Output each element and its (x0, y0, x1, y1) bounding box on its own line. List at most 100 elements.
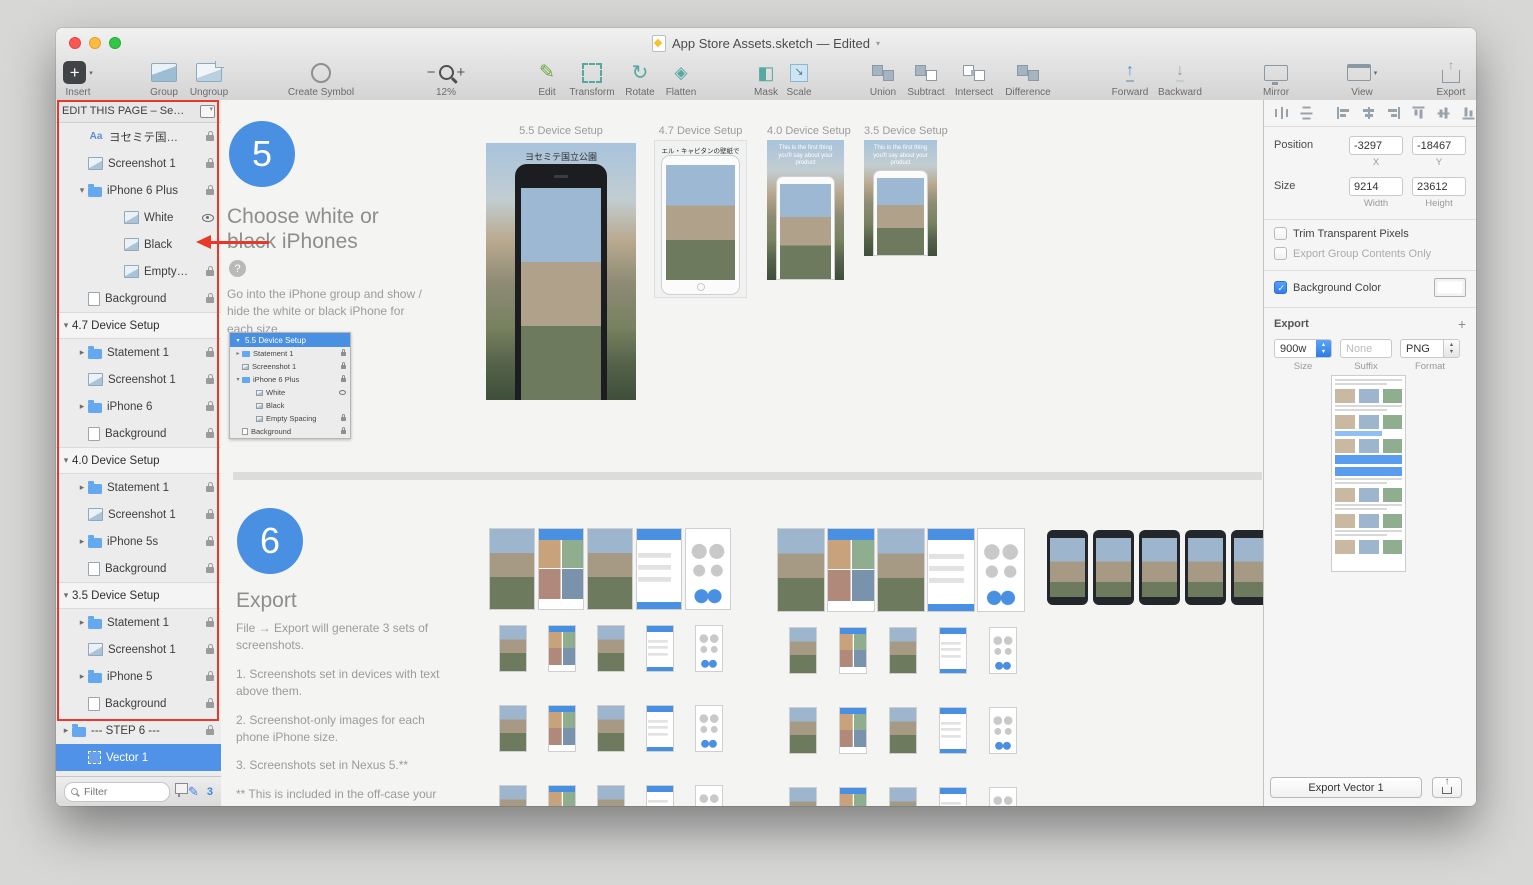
layer-row-item[interactable]: ヨセミテ国… (56, 123, 221, 150)
toolbar-item-ungroup[interactable]: Ungroup (175, 60, 243, 98)
device-preview-4-7-device-setup[interactable]: エル・キャピタンの壁紙です (654, 140, 747, 298)
screenshot-thumbnail[interactable] (889, 787, 917, 806)
screenshot-thumbnail[interactable] (889, 707, 917, 754)
disclosure-closed-icon[interactable]: ▸ (76, 347, 88, 358)
toolbar-item-export[interactable]: Export (1417, 60, 1476, 98)
layer-row-background[interactable]: Background (56, 420, 221, 447)
disclosure-open-icon[interactable]: ▾ (60, 590, 72, 601)
align-left-icon[interactable] (1337, 107, 1350, 119)
toolbar-item-backward[interactable]: Backward (1146, 60, 1214, 98)
layer-row-iphone-6-plus[interactable]: ▾ iPhone 6 Plus (56, 177, 221, 204)
screenshot-thumbnail[interactable] (977, 528, 1025, 612)
toolbar-item-12[interactable]: − +12% (412, 60, 480, 98)
distribute-horizontal-icon[interactable] (1275, 107, 1288, 119)
screenshot-thumbnail[interactable] (839, 707, 867, 754)
zoom-in-button[interactable]: + (457, 64, 466, 81)
align-right-icon[interactable] (1387, 107, 1400, 119)
align-center-horizontal-icon[interactable] (1362, 107, 1375, 119)
zoom-out-button[interactable]: − (427, 64, 436, 81)
disclosure-closed-icon[interactable]: ▸ (76, 671, 88, 682)
pencil-icon[interactable]: ✎ (188, 784, 199, 800)
screenshot-thumbnail[interactable] (777, 528, 825, 612)
layer-section-4-7-device-setup[interactable]: ▾ 4.7 Device Setup (56, 312, 221, 339)
screenshot-thumbnail[interactable] (939, 707, 967, 754)
layer-row-screenshot-1[interactable]: Screenshot 1 (56, 366, 221, 393)
screenshot-thumbnail[interactable] (695, 625, 723, 672)
screenshot-thumbnail[interactable] (548, 625, 576, 672)
screenshot-thumbnail[interactable] (839, 787, 867, 806)
screenshot-thumbnail[interactable] (839, 627, 867, 674)
screenshot-thumbnail[interactable] (939, 787, 967, 806)
visibility-eye-icon[interactable] (202, 213, 214, 222)
screenshot-thumbnail[interactable] (877, 528, 925, 612)
trim-transparent-pixels-checkbox[interactable] (1274, 227, 1287, 240)
layer-row-statement-1[interactable]: ▸ Statement 1 (56, 609, 221, 636)
nexus-thumbnail[interactable] (1093, 530, 1134, 605)
screenshot-thumbnail[interactable] (695, 705, 723, 752)
toolbar-item-create-symbol[interactable]: Create Symbol (287, 60, 355, 98)
disclosure-open-icon[interactable]: ▾ (60, 320, 72, 331)
toolbar-item-scale[interactable]: Scale (765, 60, 833, 98)
screenshot-thumbnail[interactable] (889, 627, 917, 674)
device-preview-4-0-device-setup[interactable]: This is the first thing you'll say about… (767, 140, 844, 280)
disclosure-closed-icon[interactable]: ▸ (76, 482, 88, 493)
layer-row-screenshot-1[interactable]: Screenshot 1 (56, 150, 221, 177)
screenshot-thumbnail[interactable] (927, 528, 975, 612)
layer-row-step-6[interactable]: ▸ --- STEP 6 --- (56, 717, 221, 744)
disclosure-closed-icon[interactable]: ▸ (60, 725, 72, 736)
toolbar-item-view[interactable]: ▾ View (1328, 60, 1396, 98)
screenshot-thumbnail[interactable] (939, 627, 967, 674)
layer-row-background[interactable]: Background (56, 285, 221, 312)
screenshot-thumbnail[interactable] (646, 705, 674, 752)
position-x-input[interactable]: -3297 (1349, 136, 1403, 155)
layer-section-4-0-device-setup[interactable]: ▾ 4.0 Device Setup (56, 447, 221, 474)
screenshot-thumbnail[interactable] (827, 528, 875, 612)
nexus-thumbnail[interactable] (1139, 530, 1180, 605)
export-suffix-input[interactable]: None (1340, 339, 1392, 358)
layer-row-background[interactable]: Background (56, 690, 221, 717)
layer-row-iphone-5[interactable]: ▸ iPhone 5 (56, 663, 221, 690)
title-chevron-icon[interactable]: ▾ (876, 39, 880, 48)
filter-input[interactable] (82, 784, 146, 799)
screenshot-thumbnail[interactable] (646, 785, 674, 806)
toolbar-item-difference[interactable]: Difference (994, 60, 1062, 98)
disclosure-closed-icon[interactable]: ▸ (76, 617, 88, 628)
align-top-icon[interactable] (1412, 106, 1425, 120)
layer-row-statement-1[interactable]: ▸ Statement 1 (56, 474, 221, 501)
filter-field[interactable] (64, 781, 170, 802)
screenshot-thumbnail[interactable] (548, 705, 576, 752)
export-vector-button[interactable]: Export Vector 1 (1270, 777, 1422, 798)
toolbar-item-flatten[interactable]: Flatten (647, 60, 715, 98)
screenshot-thumbnail[interactable] (597, 705, 625, 752)
layer-section-3-5-device-setup[interactable]: ▾ 3.5 Device Setup (56, 582, 221, 609)
layer-row-black[interactable]: Black (56, 231, 221, 258)
device-preview-5-5-device-setup[interactable]: ヨセミテ国立公園 (486, 143, 636, 400)
layer-row-iphone-6[interactable]: ▸ iPhone 6 (56, 393, 221, 420)
layer-row-background[interactable]: Background (56, 555, 221, 582)
layer-row-statement-1[interactable]: ▸ Statement 1 (56, 339, 221, 366)
screenshot-thumbnail[interactable] (538, 528, 584, 610)
screenshot-thumbnail[interactable] (597, 785, 625, 806)
page-selector[interactable]: EDIT THIS PAGE – Se… (56, 100, 221, 123)
layer-row-iphone-5s[interactable]: ▸ iPhone 5s (56, 528, 221, 555)
device-preview-3-5-device-setup[interactable]: This is the first thing you'll say about… (864, 140, 937, 256)
screenshot-thumbnail[interactable] (989, 627, 1017, 674)
screenshot-thumbnail[interactable] (587, 528, 633, 610)
align-bottom-icon[interactable] (1462, 106, 1475, 120)
screenshot-thumbnail[interactable] (789, 787, 817, 806)
position-y-input[interactable]: -18467 (1412, 136, 1466, 155)
screenshot-thumbnail[interactable] (597, 625, 625, 672)
export-format-select[interactable]: PNG (1400, 339, 1460, 358)
screenshot-thumbnail[interactable] (646, 625, 674, 672)
layer-row-screenshot-1[interactable]: Screenshot 1 (56, 501, 221, 528)
align-middle-icon[interactable] (1437, 106, 1450, 120)
toolbar-item-insert[interactable]: ▾ Insert (56, 60, 112, 98)
nexus-thumbnail[interactable] (1231, 530, 1264, 605)
screenshot-thumbnail[interactable] (636, 528, 682, 610)
nexus-thumbnail[interactable] (1047, 530, 1088, 605)
disclosure-open-icon[interactable]: ▾ (60, 455, 72, 466)
layer-row-empty[interactable]: Empty… (56, 258, 221, 285)
layer-row-vector-1[interactable]: Vector 1 (56, 744, 221, 771)
page-menu-icon[interactable] (200, 104, 215, 118)
export-size-select[interactable]: 900w (1274, 339, 1332, 358)
